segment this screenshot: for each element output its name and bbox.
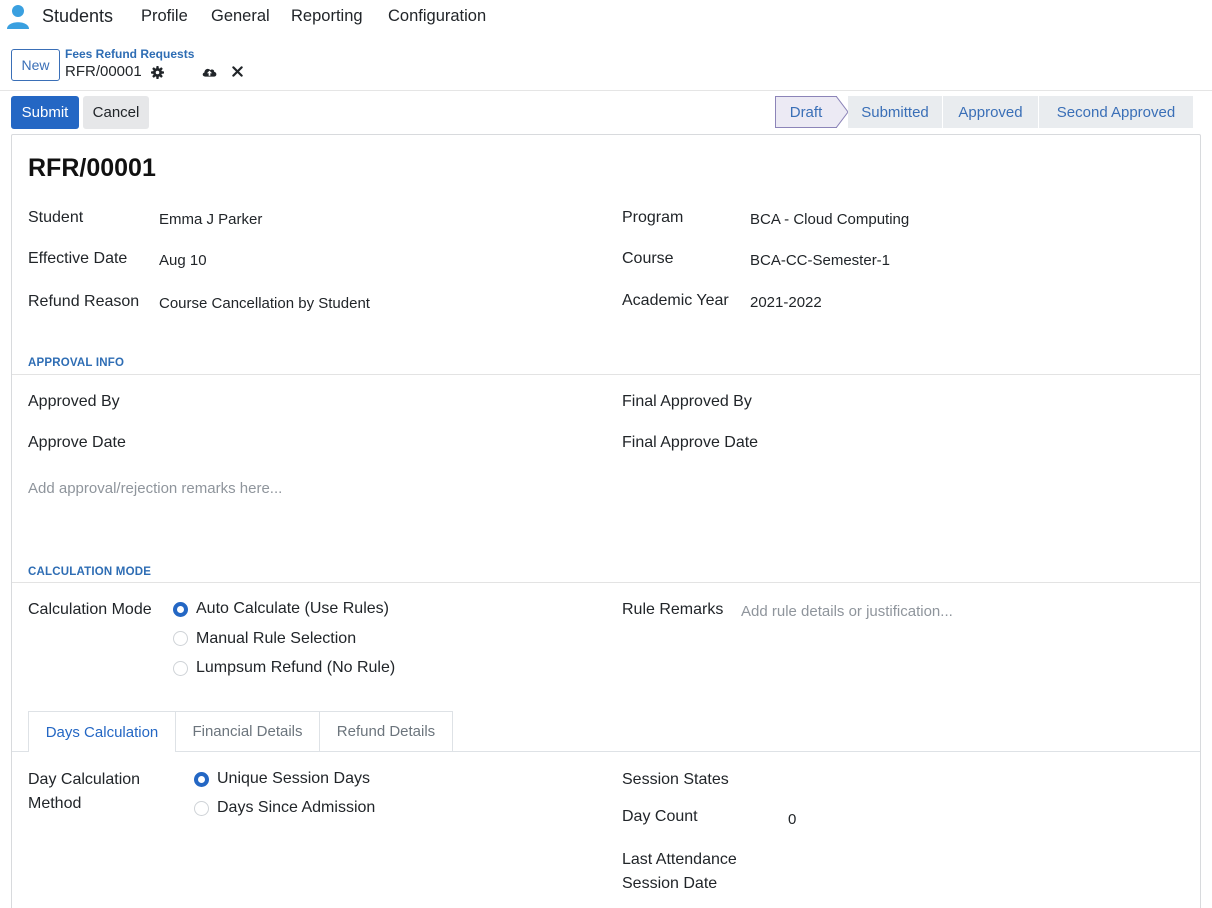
menu-general[interactable]: General	[211, 7, 270, 26]
day-calc-method-label-1: Day Calculation	[28, 771, 141, 788]
session-states-label: Session States	[622, 771, 729, 788]
radio-manual-rule[interactable]	[173, 631, 188, 646]
radio-lumpsum[interactable]	[173, 661, 188, 676]
approval-info-title: APPROVAL INFO	[28, 357, 125, 369]
approval-separator	[12, 374, 1200, 375]
student-label: Student	[28, 209, 84, 226]
radio-auto-calculate-label[interactable]: Auto Calculate (Use Rules)	[196, 600, 389, 618]
final-approve-date-label: Final Approve Date	[622, 434, 759, 451]
active-tab-gap	[29, 750, 175, 752]
tabs-divider	[12, 751, 1200, 752]
app-name[interactable]: Students	[42, 6, 113, 27]
status-bar: Draft Submitted Approved Second Approved	[775, 96, 1193, 128]
program-label: Program	[622, 209, 684, 226]
radio-lumpsum-label[interactable]: Lumpsum Refund (No Rule)	[196, 659, 395, 677]
gear-icon[interactable]	[151, 66, 164, 79]
rule-remarks-input[interactable]: Add rule details or justification...	[741, 603, 953, 620]
breadcrumb-parent-link[interactable]: Fees Refund Requests	[65, 47, 194, 61]
menu-reporting[interactable]: Reporting	[291, 7, 363, 26]
menu-configuration[interactable]: Configuration	[388, 7, 486, 26]
calculation-mode-title: CALCULATION MODE	[28, 566, 152, 578]
cancel-button[interactable]: Cancel	[83, 96, 149, 129]
approval-remarks-input[interactable]: Add approval/rejection remarks here...	[28, 480, 282, 497]
submit-button[interactable]: Submit	[11, 96, 79, 129]
course-label: Course	[622, 250, 674, 267]
record-title: RFR/00001	[28, 154, 156, 182]
effective-date-field[interactable]: Aug 10	[159, 252, 207, 269]
radio-manual-rule-label[interactable]: Manual Rule Selection	[196, 630, 356, 648]
program-field[interactable]: BCA - Cloud Computing	[750, 211, 909, 228]
last-attendance-label-1: Last Attendance	[622, 851, 737, 868]
breadcrumb-current: RFR/00001	[65, 63, 142, 80]
new-button[interactable]: New	[11, 49, 60, 81]
radio-days-since-admission-label[interactable]: Days Since Admission	[217, 799, 375, 817]
user-icon[interactable]	[6, 4, 30, 30]
cloud-upload-icon[interactable]	[201, 65, 218, 78]
student-field[interactable]: Emma J Parker	[159, 211, 262, 228]
day-calc-method-label-2: Method	[28, 795, 82, 812]
stage-submitted[interactable]: Submitted	[848, 96, 942, 128]
approve-date-label: Approve Date	[28, 434, 126, 451]
course-field[interactable]: BCA-CC-Semester-1	[750, 252, 890, 269]
last-attendance-label-2: Session Date	[622, 875, 718, 892]
day-count-label: Day Count	[622, 808, 698, 825]
rule-remarks-label: Rule Remarks	[622, 601, 724, 618]
radio-days-since-admission[interactable]	[194, 801, 209, 816]
day-count-value: 0	[788, 811, 797, 828]
academic-year-field[interactable]: 2021-2022	[750, 294, 822, 311]
calculation-separator	[12, 582, 1200, 583]
form-sheet	[11, 134, 1201, 908]
stage-draft: Draft	[775, 96, 837, 128]
top-navbar: Students Profile General Reporting Confi…	[0, 0, 1212, 34]
radio-unique-session-days[interactable]	[194, 772, 209, 787]
refund-reason-field[interactable]: Course Cancellation by Student	[159, 295, 370, 312]
tab-refund-details[interactable]: Refund Details	[319, 711, 453, 751]
radio-unique-session-days-label[interactable]: Unique Session Days	[217, 770, 370, 788]
final-approved-by-label: Final Approved By	[622, 393, 752, 410]
radio-auto-calculate[interactable]	[173, 602, 188, 617]
calculation-mode-label: Calculation Mode	[28, 601, 152, 618]
approved-by-label: Approved By	[28, 393, 120, 410]
effective-date-label: Effective Date	[28, 250, 128, 267]
tab-financial-details[interactable]: Financial Details	[175, 711, 320, 751]
tab-days-calculation[interactable]: Days Calculation	[28, 711, 176, 752]
close-icon[interactable]	[232, 66, 243, 77]
academic-year-label: Academic Year	[622, 292, 729, 309]
header-divider	[0, 90, 1212, 91]
stage-second-approved[interactable]: Second Approved	[1038, 96, 1193, 128]
refund-reason-label: Refund Reason	[28, 293, 140, 310]
stage-approved[interactable]: Approved	[942, 96, 1038, 128]
menu-profile[interactable]: Profile	[141, 7, 188, 26]
stage-arrow	[836, 96, 848, 128]
